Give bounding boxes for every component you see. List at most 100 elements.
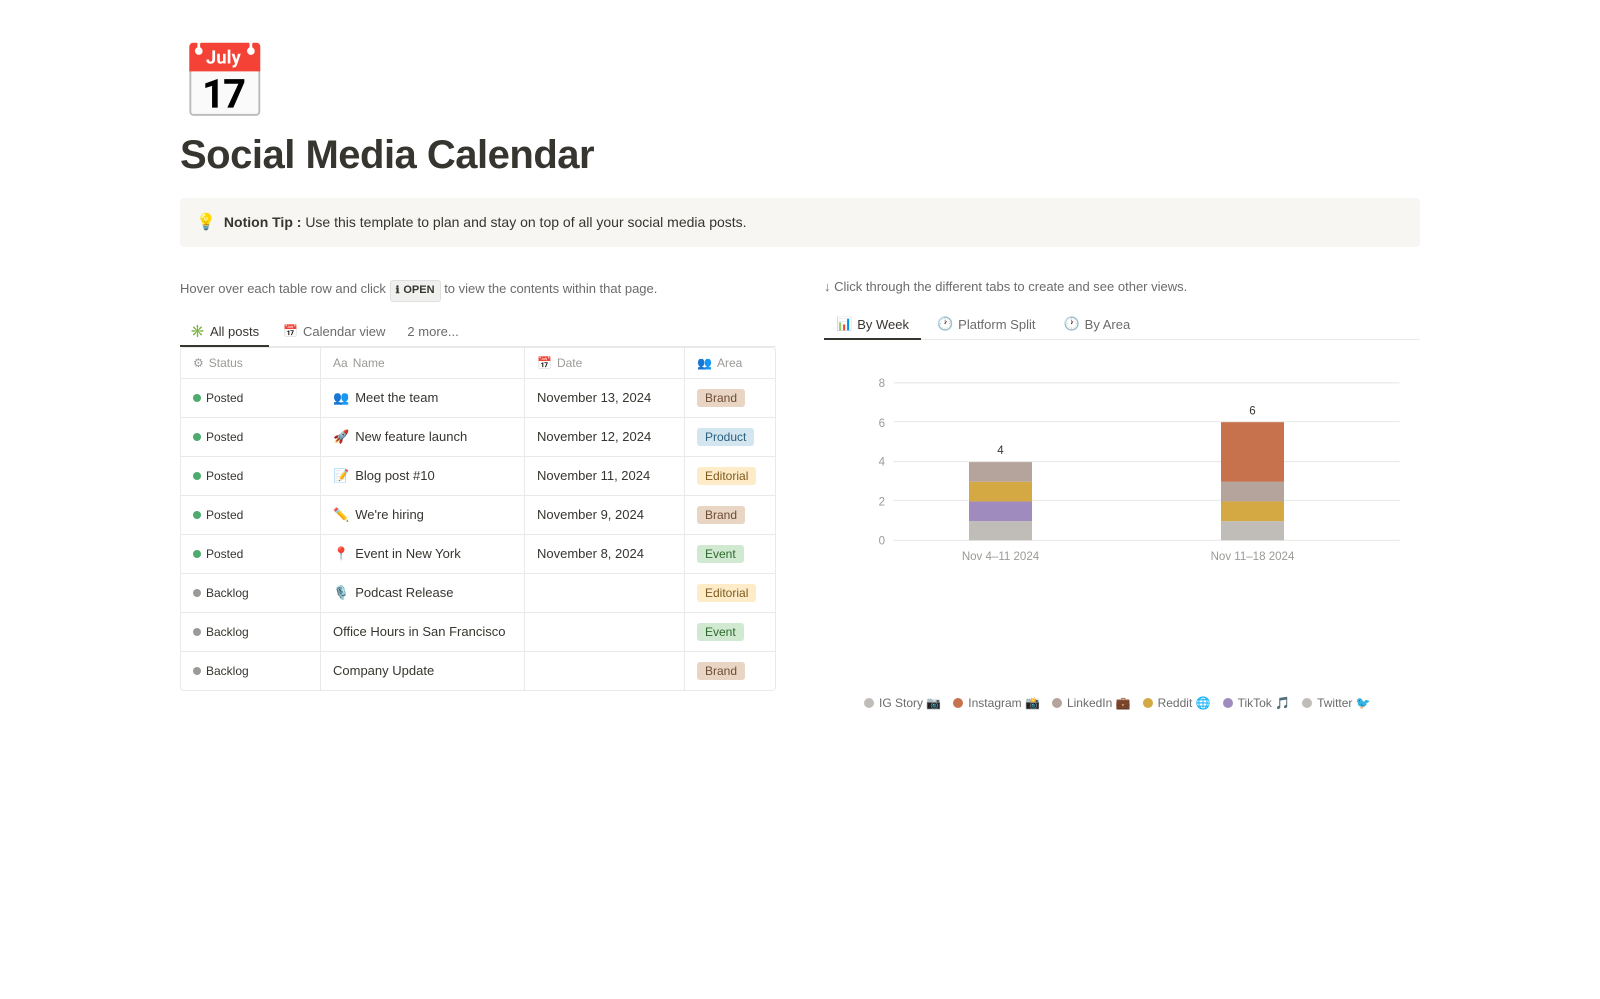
status-badge: Backlog xyxy=(193,625,249,639)
chart-area: 8 6 4 2 0 xyxy=(824,356,1420,770)
page-title: Social Media Calendar xyxy=(180,133,1420,178)
status-label: Backlog xyxy=(206,586,249,600)
tip-text: Notion Tip : Use this template to plan a… xyxy=(224,212,747,233)
tab-all-posts-label: All posts xyxy=(210,324,259,339)
table-row[interactable]: Backlog 🎙️ Podcast Release Editorial xyxy=(181,574,775,613)
status-dot xyxy=(193,589,201,597)
tab-calendar-label: Calendar view xyxy=(303,324,385,339)
table-row[interactable]: Backlog Office Hours in San Francisco Ev… xyxy=(181,613,775,652)
chart-tab-platform-split-icon: 🕐 xyxy=(937,316,953,332)
row-icon: 🎙️ xyxy=(333,585,349,601)
area-tag: Editorial xyxy=(697,584,756,602)
legend-item: IG Story 📷 xyxy=(864,696,941,710)
instruction-text: Hover over each table row and click ℹ OP… xyxy=(180,279,776,302)
status-dot xyxy=(193,472,201,480)
td-date: November 9, 2024 xyxy=(525,496,685,534)
chart-tab-platform-split-label: Platform Split xyxy=(958,317,1035,332)
area-tag: Brand xyxy=(697,662,745,680)
svg-text:0: 0 xyxy=(879,536,885,548)
tab-all-posts[interactable]: ✳️ All posts xyxy=(180,318,269,347)
left-panel: Hover over each table row and click ℹ OP… xyxy=(180,279,776,691)
row-name: Office Hours in San Francisco xyxy=(333,624,505,639)
legend-dot xyxy=(1223,698,1233,708)
area-icon: 👥 xyxy=(697,356,712,370)
status-label: Backlog xyxy=(206,625,249,639)
row-name: We're hiring xyxy=(355,507,424,522)
chart-tab-by-week-icon: 📊 xyxy=(836,316,852,332)
legend-label: Twitter 🐦 xyxy=(1317,696,1371,710)
td-status: Posted xyxy=(181,535,321,573)
row-icon: 📍 xyxy=(333,546,349,562)
td-area: Event xyxy=(685,535,775,573)
area-tag: Brand xyxy=(697,389,745,407)
svg-text:2: 2 xyxy=(879,497,885,509)
status-label: Posted xyxy=(206,469,243,483)
th-area: 👥 Area xyxy=(685,348,775,378)
area-tag: Brand xyxy=(697,506,745,524)
svg-text:6: 6 xyxy=(879,418,885,430)
table-row[interactable]: Posted 🚀 New feature launch November 12,… xyxy=(181,418,775,457)
row-name: Event in New York xyxy=(355,546,461,561)
table-row[interactable]: Posted 👥 Meet the team November 13, 2024… xyxy=(181,379,775,418)
status-label: Posted xyxy=(206,391,243,405)
status-dot xyxy=(193,667,201,675)
right-panel: ↓ Click through the different tabs to cr… xyxy=(824,279,1420,770)
td-name: 🎙️ Podcast Release xyxy=(321,574,525,612)
tab-all-posts-icon: ✳️ xyxy=(190,324,205,338)
table-row[interactable]: Backlog Company Update Brand xyxy=(181,652,775,690)
th-name: Aa Name xyxy=(321,348,525,378)
status-dot xyxy=(193,394,201,402)
table-row[interactable]: Posted ✏️ We're hiring November 9, 2024 … xyxy=(181,496,775,535)
svg-text:8: 8 xyxy=(879,378,885,390)
td-status: Backlog xyxy=(181,574,321,612)
tab-calendar-view[interactable]: 📅 Calendar view xyxy=(273,318,395,347)
td-area: Brand xyxy=(685,652,775,690)
table-row[interactable]: Posted 📝 Blog post #10 November 11, 2024… xyxy=(181,457,775,496)
row-name: Meet the team xyxy=(355,390,438,405)
chart-tab-by-week[interactable]: 📊 By Week xyxy=(824,310,921,340)
legend-dot xyxy=(953,698,963,708)
svg-text:6: 6 xyxy=(1249,405,1255,417)
td-name: 📝 Blog post #10 xyxy=(321,457,525,495)
status-dot xyxy=(193,628,201,636)
legend-dot xyxy=(1052,698,1062,708)
td-date xyxy=(525,613,685,651)
chart-tab-platform-split[interactable]: 🕐 Platform Split xyxy=(925,310,1048,340)
td-area: Event xyxy=(685,613,775,651)
row-date: November 9, 2024 xyxy=(537,507,644,522)
row-icon: 📝 xyxy=(333,468,349,484)
legend-dot xyxy=(1302,698,1312,708)
row-name: Company Update xyxy=(333,663,434,678)
status-badge: Posted xyxy=(193,469,243,483)
tip-label: Notion Tip : xyxy=(224,214,302,230)
row-icon: 👥 xyxy=(333,390,349,406)
row-name: Podcast Release xyxy=(355,585,453,600)
td-name: Office Hours in San Francisco xyxy=(321,613,525,651)
area-tag: Product xyxy=(697,428,754,446)
legend-label: IG Story 📷 xyxy=(879,696,941,710)
tip-box: 💡 Notion Tip : Use this template to plan… xyxy=(180,198,1420,247)
td-status: Posted xyxy=(181,418,321,456)
row-name: New feature launch xyxy=(355,429,467,444)
row-icon: ✏️ xyxy=(333,507,349,523)
status-dot xyxy=(193,550,201,558)
th-status: ⚙ Status xyxy=(181,348,321,378)
legend-item: TikTok 🎵 xyxy=(1223,696,1291,710)
td-name: 🚀 New feature launch xyxy=(321,418,525,456)
legend-item: LinkedIn 💼 xyxy=(1052,696,1131,710)
svg-text:4: 4 xyxy=(879,457,886,469)
chart-tab-by-area-icon: 🕐 xyxy=(1063,316,1079,332)
tab-more[interactable]: 2 more... xyxy=(399,318,466,345)
td-date xyxy=(525,652,685,690)
status-dot xyxy=(193,511,201,519)
legend-item: Twitter 🐦 xyxy=(1302,696,1371,710)
chart-tab-by-area[interactable]: 🕐 By Area xyxy=(1051,310,1142,340)
chart-tab-by-week-label: By Week xyxy=(857,317,909,332)
legend-label: Instagram 📸 xyxy=(968,696,1040,710)
td-status: Posted xyxy=(181,379,321,417)
td-date: November 11, 2024 xyxy=(525,457,685,495)
table-row[interactable]: Posted 📍 Event in New York November 8, 2… xyxy=(181,535,775,574)
td-date: November 13, 2024 xyxy=(525,379,685,417)
status-badge: Backlog xyxy=(193,586,249,600)
status-badge: Posted xyxy=(193,430,243,444)
